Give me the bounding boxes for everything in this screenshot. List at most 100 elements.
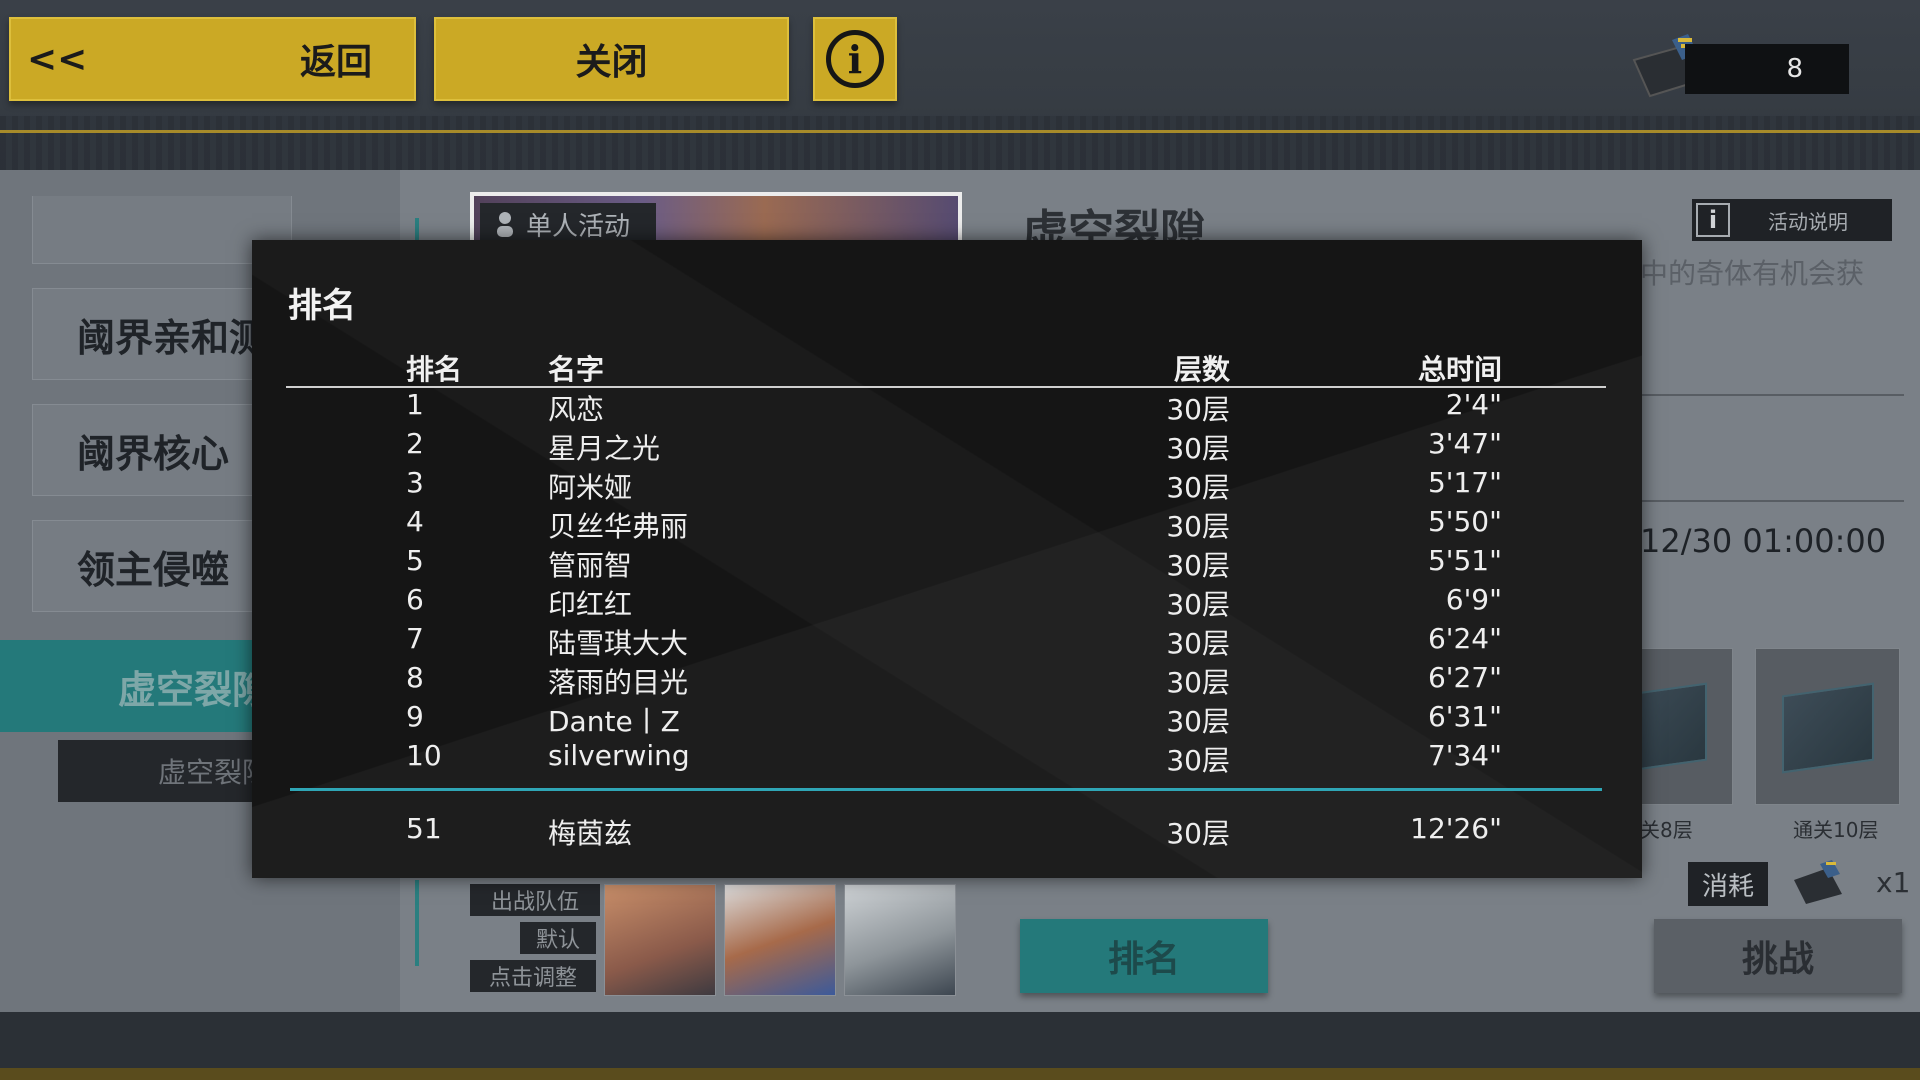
time-cell: 3'47" (1427, 427, 1502, 460)
floor-cell: 30层 (1166, 393, 1230, 426)
team-preset: 默认 (520, 922, 596, 954)
self-ranking-row: 51 梅茵兹 30层 12'26" (252, 812, 1642, 851)
floor-cell: 30层 (1166, 705, 1230, 738)
back-arrows-icon: << (27, 38, 88, 80)
event-description-label: 活动说明 (1768, 209, 1848, 234)
name-cell: 陆雪琪大大 (548, 627, 689, 660)
floor-cell: 30层 (1166, 817, 1230, 850)
top-bar: << 返回 关闭 i 8 (0, 0, 1920, 170)
ranking-row: 4 贝丝华弗丽 30层 5'50" (252, 505, 1642, 544)
column-header-name: 名字 (548, 353, 605, 386)
ranking-row: 9 Dante丨Z 30层 6'31" (252, 700, 1642, 739)
solo-event-tag: 单人活动 (480, 203, 656, 245)
ranking-row: 7 陆雪琪大大 30层 6'24" (252, 622, 1642, 661)
name-cell: 贝丝华弗丽 (548, 510, 689, 543)
reward-card[interactable] (1755, 648, 1900, 805)
rank-cell: 9 (406, 700, 424, 733)
time-cell: 5'17" (1427, 466, 1502, 499)
close-button-label: 关闭 (575, 42, 648, 83)
rank-cell: 4 (406, 505, 424, 538)
reward-chest-icon (1782, 682, 1874, 774)
name-cell: 阿米娅 (548, 471, 633, 504)
ranking-button[interactable]: 排名 (1020, 919, 1268, 993)
divider (1640, 394, 1904, 396)
name-cell: 风恋 (548, 393, 605, 426)
rank-cell: 51 (406, 812, 442, 845)
info-icon: i (826, 30, 884, 88)
ranking-row: 5 管丽智 30层 5'51" (252, 544, 1642, 583)
ranking-row: 8 落雨的目光 30层 6'27" (252, 661, 1642, 700)
divider (1640, 500, 1904, 502)
rank-cell: 8 (406, 661, 424, 694)
event-description-button[interactable]: i 活动说明 (1692, 199, 1892, 241)
solo-event-label: 单人活动 (526, 211, 631, 242)
floor-cell: 30层 (1166, 432, 1230, 465)
ranking-row: 2 星月之光 30层 3'47" (252, 427, 1642, 466)
top-bar-divider (0, 130, 1920, 133)
team-member-portrait[interactable] (604, 884, 716, 996)
event-description-text: 中的奇体有机会获 (1640, 257, 1865, 290)
time-cell: 7'34" (1427, 739, 1502, 772)
floor-cell: 30层 (1166, 666, 1230, 699)
ranking-title: 排名 (288, 286, 356, 326)
time-cell: 6'31" (1427, 700, 1502, 733)
ticket-icon (1794, 860, 1842, 904)
team-member-portrait[interactable] (844, 884, 956, 996)
rank-cell: 6 (406, 583, 424, 616)
time-cell: 6'24" (1427, 622, 1502, 655)
floor-cell: 30层 (1166, 510, 1230, 543)
time-cell: 12'26" (1410, 812, 1502, 845)
name-cell: 印红红 (548, 588, 633, 621)
rank-cell: 1 (406, 388, 424, 421)
time-cell: 5'51" (1427, 544, 1502, 577)
ranking-modal: 排名 排名 名字 层数 总时间 1 风恋 30层 2'4" 2 星月之光 30层… (252, 240, 1642, 878)
ranking-row: 10 silverwing 30层 7'34" (252, 739, 1642, 778)
info-icon: i (1696, 203, 1730, 237)
self-rank-divider (290, 788, 1602, 791)
rank-cell: 3 (406, 466, 424, 499)
column-header-rank: 排名 (406, 353, 463, 386)
team-adjust-button[interactable]: 点击调整 (470, 960, 596, 992)
back-button-label: 返回 (299, 42, 372, 83)
floor-cell: 30层 (1166, 588, 1230, 621)
top-bar-strip (0, 116, 1920, 170)
ranking-row: 6 印红红 30层 6'9" (252, 583, 1642, 622)
close-button[interactable]: 关闭 (434, 17, 789, 101)
team-title: 出战队伍 (470, 884, 600, 916)
name-cell: silverwing (548, 739, 690, 772)
floor-cell: 30层 (1166, 471, 1230, 504)
challenge-button[interactable]: 挑战 (1654, 919, 1902, 993)
event-end-time: 12/30 01:00:00 (1640, 522, 1887, 560)
ticket-count: 8 (1685, 44, 1849, 94)
time-cell: 5'50" (1427, 505, 1502, 538)
consume-count: x1 (1876, 866, 1911, 899)
reward-label: 通关10层 (1793, 818, 1879, 842)
back-button[interactable]: << 返回 (9, 17, 416, 101)
rank-cell: 10 (406, 739, 442, 772)
time-cell: 6'9" (1445, 583, 1502, 616)
consume-label: 消耗 (1688, 862, 1768, 906)
rank-cell: 7 (406, 622, 424, 655)
rank-cell: 2 (406, 427, 424, 460)
name-cell: 管丽智 (548, 549, 633, 582)
column-header-time: 总时间 (1417, 353, 1502, 386)
rank-cell: 5 (406, 544, 424, 577)
name-cell: 梅茵兹 (548, 817, 633, 850)
bottom-bar (0, 1012, 1920, 1080)
floor-cell: 30层 (1166, 549, 1230, 582)
column-header-floor: 层数 (1173, 353, 1230, 386)
person-icon (497, 212, 513, 237)
ranking-row: 3 阿米娅 30层 5'17" (252, 466, 1642, 505)
info-button[interactable]: i (813, 17, 897, 101)
bottom-bar-accent (0, 1068, 1920, 1080)
timeline-line-bottom (415, 880, 419, 966)
name-cell: Dante丨Z (548, 705, 680, 738)
time-cell: 2'4" (1445, 388, 1502, 421)
name-cell: 星月之光 (548, 432, 661, 465)
reward-label: 关8层 (1640, 818, 1693, 842)
floor-cell: 30层 (1166, 744, 1230, 777)
time-cell: 6'27" (1427, 661, 1502, 694)
ranking-row: 1 风恋 30层 2'4" (252, 388, 1642, 427)
name-cell: 落雨的目光 (548, 666, 689, 699)
team-member-portrait[interactable] (724, 884, 836, 996)
